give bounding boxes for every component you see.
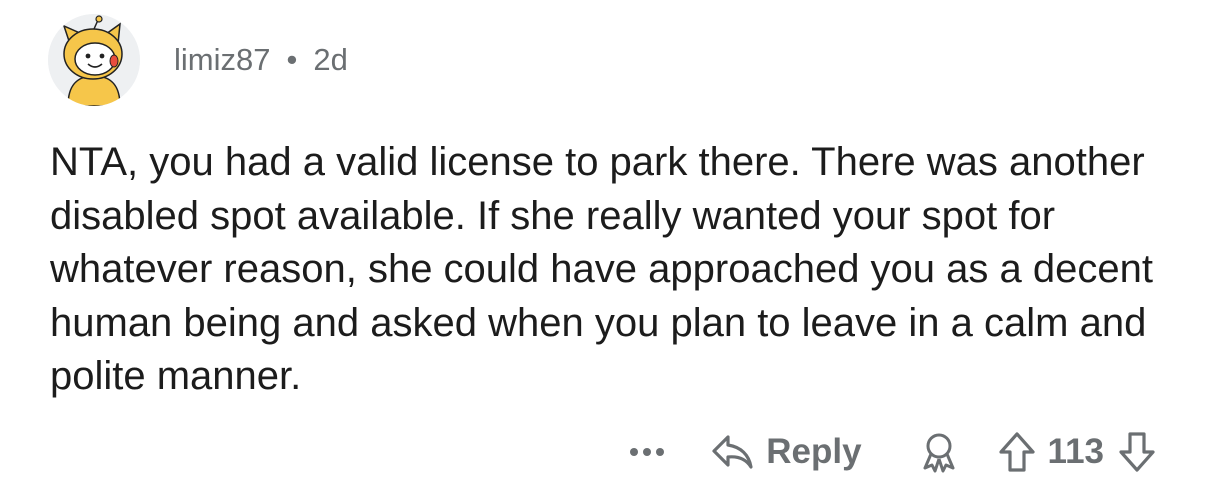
author-username[interactable]: limiz87: [174, 42, 270, 78]
comment-actions: Reply 113: [627, 422, 1156, 482]
vote-controls: 113: [998, 431, 1156, 473]
more-dots-icon: [629, 448, 638, 456]
comment-body: NTA, you had a valid license to park the…: [50, 140, 1153, 398]
reply-button[interactable]: Reply: [710, 432, 862, 472]
award-button[interactable]: [918, 431, 960, 473]
downvote-button[interactable]: [1118, 431, 1156, 473]
comment: limiz87 • 2d NTA, you had a valid licens…: [0, 0, 1206, 494]
snoo-avatar-icon: [48, 14, 140, 106]
meta-separator: •: [286, 42, 298, 77]
vote-score: 113: [1047, 432, 1104, 471]
avatar[interactable]: [48, 14, 140, 106]
downvote-arrow-icon: [1119, 432, 1155, 472]
reply-label: Reply: [766, 432, 862, 471]
comment-header: limiz87 • 2d: [48, 14, 348, 106]
reply-arrow-icon: [712, 435, 753, 469]
award-icon: [923, 433, 955, 473]
comment-age: 2d: [313, 42, 348, 77]
more-options-button[interactable]: [627, 448, 666, 456]
upvote-arrow-icon: [998, 432, 1035, 472]
upvote-button[interactable]: [998, 431, 1036, 473]
